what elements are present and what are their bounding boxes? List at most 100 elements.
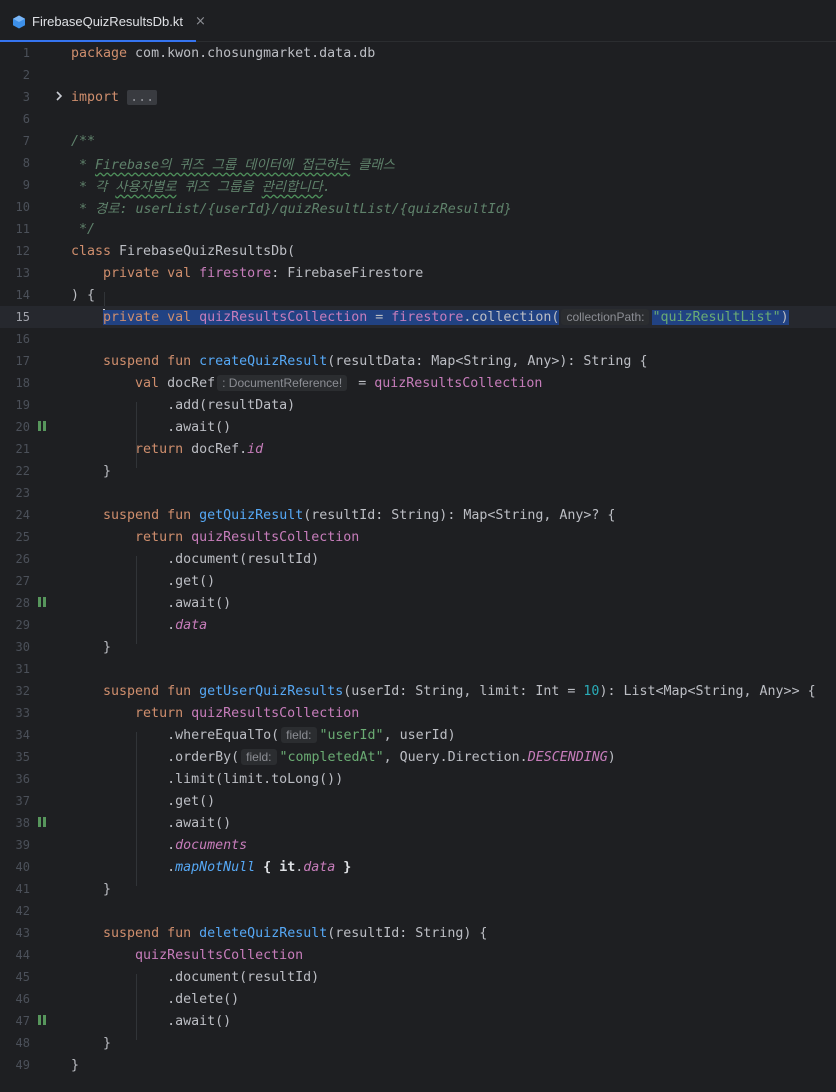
- code-text: }: [103, 639, 112, 655]
- code-line[interactable]: 6: [0, 108, 836, 130]
- line-number: 37: [15, 794, 30, 808]
- code-line[interactable]: 11 */: [0, 218, 836, 240]
- suspend-call-icon[interactable]: [38, 421, 48, 433]
- code-text: .get(): [167, 573, 216, 589]
- code-line[interactable]: 16: [0, 328, 836, 350]
- code-line[interactable]: 28 .await(): [0, 592, 836, 614]
- code-line[interactable]: 40 .mapNotNull { it.data }: [0, 856, 836, 878]
- line-number: 21: [15, 442, 30, 456]
- code-line[interactable]: 30 }: [0, 636, 836, 658]
- line-number: 24: [15, 508, 30, 522]
- code-text: }: [103, 1035, 112, 1051]
- code-line[interactable]: 27 .get(): [0, 570, 836, 592]
- code-line[interactable]: 32 suspend fun getUserQuizResults(userId…: [0, 680, 836, 702]
- line-number: 44: [15, 948, 30, 962]
- code-line[interactable]: 44 quizResultsCollection: [0, 944, 836, 966]
- code-line[interactable]: 3 import ...: [0, 86, 836, 108]
- code-text: package com.kwon.chosungmarket.data.db: [71, 45, 376, 61]
- line-number: 46: [15, 992, 30, 1006]
- line-number: 33: [15, 706, 30, 720]
- code-line[interactable]: 7 /**: [0, 130, 836, 152]
- suspend-call-icon[interactable]: [38, 597, 48, 609]
- code-line[interactable]: 8 * Firebase의 퀴즈 그룹 데이터에 접근하는 클래스: [0, 152, 836, 174]
- code-line[interactable]: 45 .document(resultId): [0, 966, 836, 988]
- code-text: suspend fun getUserQuizResults(userId: S…: [103, 683, 816, 699]
- code-line[interactable]: 41 }: [0, 878, 836, 900]
- current-code-line[interactable]: 15 private val quizResultsCollection = f…: [0, 306, 836, 328]
- code-line[interactable]: 23: [0, 482, 836, 504]
- code-line[interactable]: 17 suspend fun createQuizResult(resultDa…: [0, 350, 836, 372]
- line-number: 36: [15, 772, 30, 786]
- code-line[interactable]: 18 val docRef: DocumentReference! = quiz…: [0, 372, 836, 394]
- code-line[interactable]: 31: [0, 658, 836, 680]
- chevron-right-icon[interactable]: [54, 90, 64, 104]
- code-line[interactable]: 19 .add(resultData): [0, 394, 836, 416]
- code-text: .document(resultId): [167, 969, 320, 985]
- code-text: .limit(limit.toLong()): [167, 771, 344, 787]
- code-text: .add(resultData): [167, 397, 296, 413]
- code-editor[interactable]: 1 package com.kwon.chosungmarket.data.db…: [0, 42, 836, 1092]
- line-number: 14: [15, 288, 30, 302]
- code-line[interactable]: 9 * 각 사용자별로 퀴즈 그룹을 관리합니다.: [0, 174, 836, 196]
- code-line[interactable]: 24 suspend fun getQuizResult(resultId: S…: [0, 504, 836, 526]
- code-line[interactable]: 36 .limit(limit.toLong()): [0, 768, 836, 790]
- line-number: 28: [15, 596, 30, 610]
- line-number: 3: [22, 90, 30, 104]
- line-number: 30: [15, 640, 30, 654]
- code-line[interactable]: 48 }: [0, 1032, 836, 1054]
- code-line[interactable]: 47 .await(): [0, 1010, 836, 1032]
- code-line[interactable]: 14 ) {: [0, 284, 836, 306]
- line-number: 23: [15, 486, 30, 500]
- code-text: suspend fun createQuizResult(resultData:…: [103, 353, 648, 369]
- code-line[interactable]: 37 .get(): [0, 790, 836, 812]
- line-number: 18: [15, 376, 30, 390]
- code-line[interactable]: 42: [0, 900, 836, 922]
- code-line[interactable]: 46 .delete(): [0, 988, 836, 1010]
- tab-firebase-quiz-results-db[interactable]: FirebaseQuizResultsDb.kt ×: [0, 0, 206, 43]
- line-number: 42: [15, 904, 30, 918]
- code-line[interactable]: 1 package com.kwon.chosungmarket.data.db: [0, 42, 836, 64]
- code-line[interactable]: 21 return docRef.id: [0, 438, 836, 460]
- line-number: 1: [22, 46, 30, 60]
- code-line[interactable]: 33 return quizResultsCollection: [0, 702, 836, 724]
- code-line[interactable]: 38 .await(): [0, 812, 836, 834]
- code-line[interactable]: 35 .orderBy(field: "completedAt", Query.D…: [0, 746, 836, 768]
- code-line[interactable]: 22 }: [0, 460, 836, 482]
- code-line[interactable]: 43 suspend fun deleteQuizResult(resultId…: [0, 922, 836, 944]
- code-text: return quizResultsCollection: [135, 529, 360, 545]
- code-line[interactable]: 20 .await(): [0, 416, 836, 438]
- code-line[interactable]: 12 class FirebaseQuizResultsDb(: [0, 240, 836, 262]
- code-text: import ...: [71, 89, 158, 105]
- line-number: 38: [15, 816, 30, 830]
- suspend-call-icon[interactable]: [38, 1015, 48, 1027]
- code-text: .mapNotNull { it.data }: [167, 859, 352, 875]
- doc-comment: /**: [71, 133, 96, 149]
- code-line[interactable]: 10 * 경로: userList/{userId}/quizResultLis…: [0, 196, 836, 218]
- editor-tab-bar: FirebaseQuizResultsDb.kt ×: [0, 0, 836, 43]
- line-number: 19: [15, 398, 30, 412]
- code-line[interactable]: 25 return quizResultsCollection: [0, 526, 836, 548]
- collapsed-imports[interactable]: ...: [127, 89, 158, 105]
- tab-title: FirebaseQuizResultsDb.kt: [32, 13, 183, 29]
- line-number: 35: [15, 750, 30, 764]
- suspend-call-icon[interactable]: [38, 817, 48, 829]
- code-line[interactable]: 26 .document(resultId): [0, 548, 836, 570]
- code-line[interactable]: 2: [0, 64, 836, 86]
- code-line[interactable]: 39 .documents: [0, 834, 836, 856]
- close-icon[interactable]: ×: [195, 14, 206, 29]
- code-text: }: [103, 881, 112, 897]
- parameter-hint: collectionPath:: [561, 309, 650, 325]
- code-line[interactable]: 29 .data: [0, 614, 836, 636]
- line-number: 29: [15, 618, 30, 632]
- line-number: 41: [15, 882, 30, 896]
- code-line[interactable]: 13 private val firestore: FirebaseFirest…: [0, 262, 836, 284]
- code-text: return docRef.id: [135, 441, 264, 457]
- code-text: .await(): [167, 1013, 232, 1029]
- parameter-hint: field:: [281, 726, 317, 743]
- line-number: 27: [15, 574, 30, 588]
- code-line[interactable]: 34 .whereEqualTo(field: "userId", userId): [0, 724, 836, 746]
- code-text: suspend fun deleteQuizResult(resultId: S…: [103, 925, 488, 941]
- line-number: 32: [15, 684, 30, 698]
- code-text: .await(): [167, 419, 232, 435]
- code-line[interactable]: 49 }: [0, 1054, 836, 1076]
